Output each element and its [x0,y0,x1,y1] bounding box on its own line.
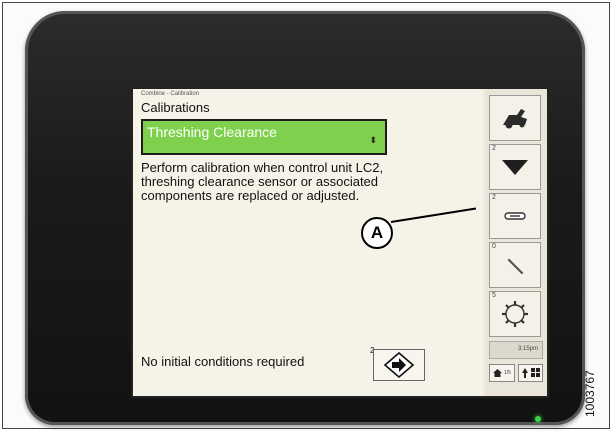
figure-number: 1003767 [583,370,597,417]
softkey-sidebar: 2 2 0 5 3:15pm 1/5 [485,89,547,396]
power-led [535,416,541,422]
combine-icon [503,109,527,129]
display-screen: Combine - Calibration Calibrations Thres… [131,87,549,398]
clock-time: 3:15pm [517,346,538,352]
initial-conditions-status: No initial conditions required [141,354,305,369]
combine-button[interactable] [489,95,541,141]
side-button-number: 2 [492,145,496,152]
clock-box: 3:15pm [489,341,543,359]
scroll-down-button[interactable]: 2 [489,144,541,190]
callout-label: A [361,217,393,249]
next-button[interactable] [373,349,425,381]
wrench-button[interactable]: 0 [489,242,541,288]
side-button-number: 5 [492,292,496,299]
sensor-icon [504,212,526,220]
menu-button[interactable] [518,364,543,382]
home-icon [493,369,503,377]
dropdown-arrow-icon: ⬍ [369,135,377,145]
calibration-select[interactable]: Threshing Clearance ⬍ [141,119,387,155]
figure-frame: Combine - Calibration Calibrations Thres… [2,2,610,429]
up-arrow-grid-icon [521,368,540,378]
wrench-icon [507,258,524,275]
side-button-number: 0 [492,243,496,250]
breadcrumb: Combine - Calibration [141,91,200,97]
next-arrow-icon [384,352,414,378]
gear-icon [502,301,528,327]
side-button-number: 2 [492,194,496,201]
sensor-calibration-button[interactable]: 2 [489,193,541,239]
page-title: Calibrations [141,100,210,115]
display-bezel: Combine - Calibration Calibrations Thres… [25,11,585,425]
home-button[interactable]: 1/5 [489,364,515,382]
calibration-select-value: Threshing Clearance [147,124,277,140]
main-panel: Combine - Calibration Calibrations Thres… [133,89,483,396]
settings-button[interactable]: 5 [489,291,541,337]
home-page-indicator: 1/5 [504,370,511,376]
calibration-description: Perform calibration when control unit LC… [141,160,384,203]
down-arrow-icon [502,160,528,175]
